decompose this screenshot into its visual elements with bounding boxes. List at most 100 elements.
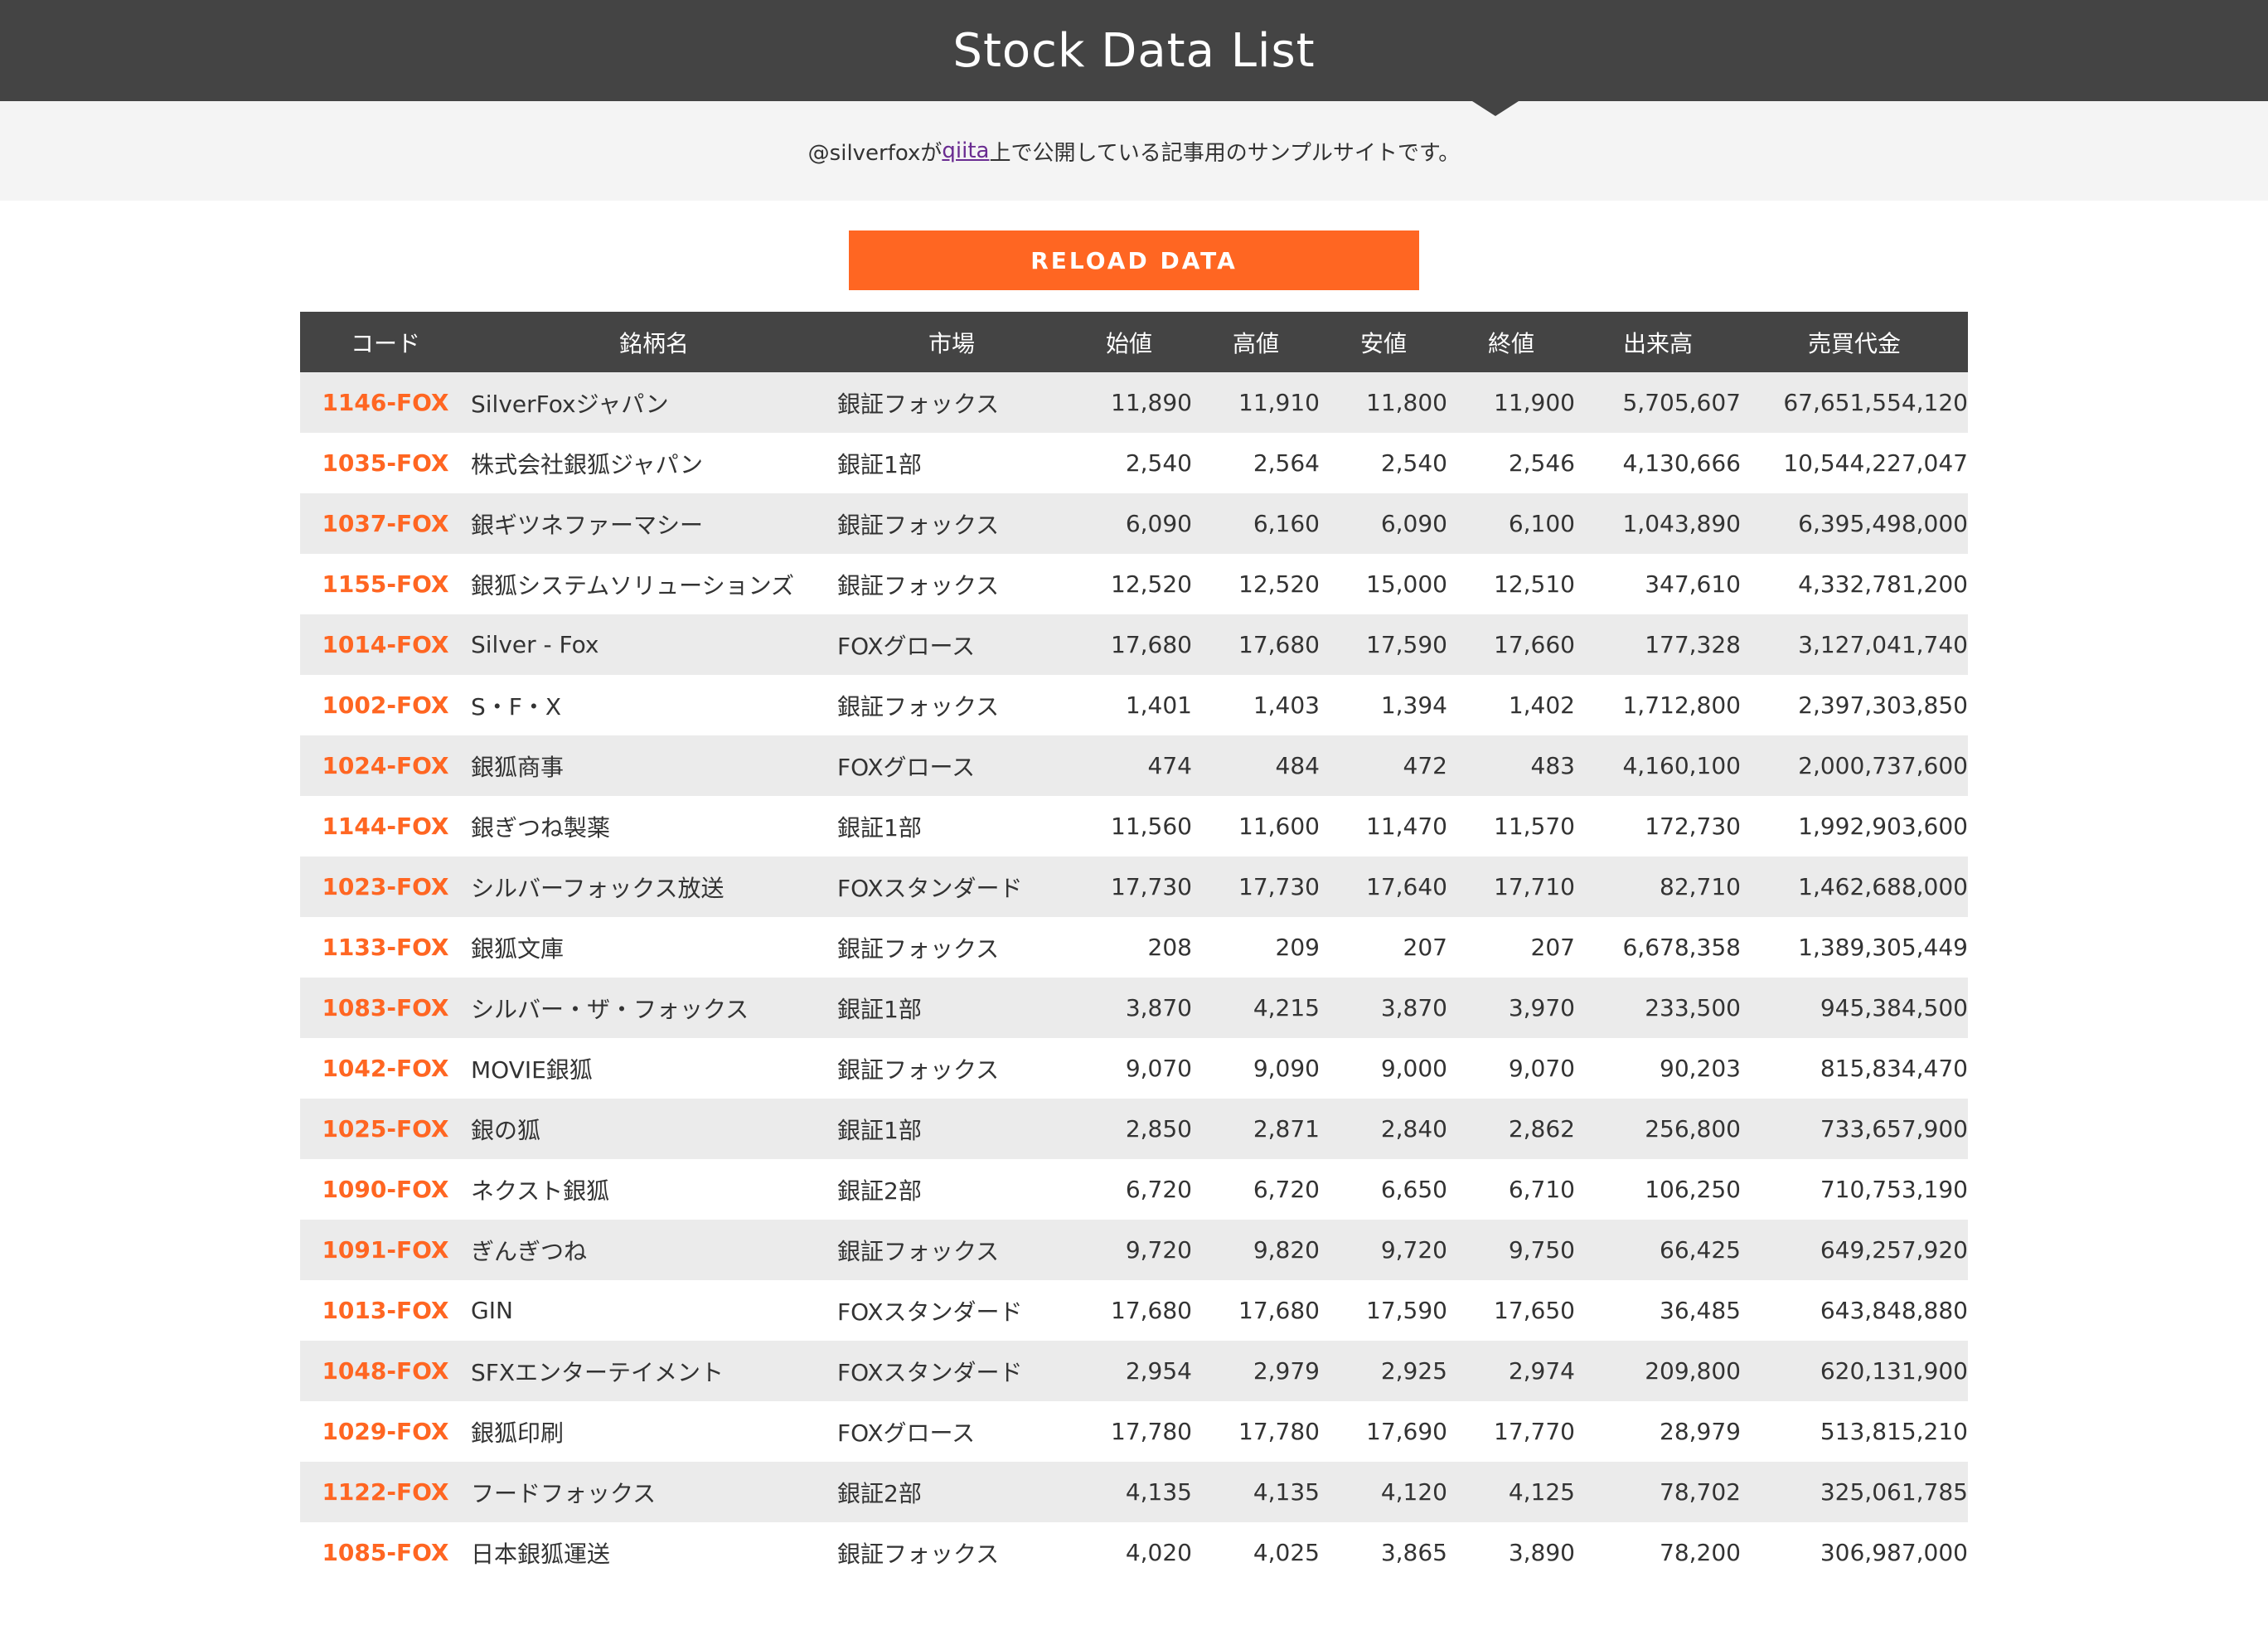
volume: 347,610 [1645, 570, 1741, 598]
column-header-open: 始値 [1105, 329, 1152, 357]
column-header-high: 高値 [1232, 329, 1279, 357]
turnover: 643,848,880 [1820, 1297, 1968, 1324]
close-price: 2,862 [1508, 1115, 1575, 1143]
high-price: 2,979 [1253, 1357, 1320, 1385]
stock-table: コード 銘柄名 市場 始値 高値 安値 終値 出来高 売買代金 1146-FOX SilverFo… [300, 312, 1968, 1583]
table-row[interactable]: 1122-FOX フードフォックス 銀証2部 4,135 4,135 4,120 4,125… [300, 1462, 1968, 1522]
open-price: 17,680 [1111, 1297, 1192, 1324]
column-header-close: 終値 [1487, 329, 1534, 357]
table-row[interactable]: 1090-FOX ネクスト銀狐 銀証2部 6,720 6,720 6,650 6,710 10… [300, 1159, 1968, 1220]
stock-code: 1155-FOX [322, 570, 449, 598]
column-header-market: 市場 [928, 329, 975, 357]
stock-market: 銀証フォックス [837, 511, 1000, 539]
stock-name: 銀狐印刷 [471, 1419, 565, 1447]
turnover: 815,834,470 [1820, 1055, 1968, 1082]
stock-code: 1083-FOX [322, 994, 449, 1021]
open-price: 3,870 [1125, 994, 1192, 1021]
stock-code: 1146-FOX [322, 389, 449, 416]
table-row[interactable]: 1083-FOX シルバー・ザ・フォックス 銀証1部 3,870 4,215 3,870 3… [300, 978, 1968, 1038]
table-row[interactable]: 1035-FOX 株式会社銀狐ジャパン 銀証1部 2,540 2,564 2,540 2,5… [300, 433, 1968, 493]
table-row[interactable]: 1025-FOX 銀の狐 銀証1部 2,850 2,871 2,840 2,862 256,8… [300, 1099, 1968, 1159]
table-row[interactable]: 1023-FOX シルバーフォックス放送 FOXスタンダード 17,730 17,730… [300, 856, 1968, 917]
column-header-turnover: 売買代金 [1807, 329, 1901, 357]
low-price: 4,120 [1380, 1478, 1447, 1506]
open-price: 2,954 [1125, 1357, 1192, 1385]
table-row[interactable]: 1014-FOX Silver - Fox FOXグロース 17,680 17,680 1… [300, 614, 1968, 675]
table-row[interactable]: 1146-FOX SilverFoxジャパン 銀証フォックス 11,890 11,910… [300, 372, 1968, 433]
high-price: 4,135 [1253, 1478, 1320, 1506]
close-price: 6,100 [1508, 510, 1575, 537]
table-row[interactable]: 1085-FOX 日本銀狐運送 銀証フォックス 4,020 4,025 3,865 3,89… [300, 1522, 1968, 1583]
close-price: 17,770 [1494, 1418, 1575, 1445]
stock-name: 銀ぎつね製薬 [471, 813, 611, 842]
volume: 90,203 [1660, 1055, 1741, 1082]
close-price: 17,710 [1494, 873, 1575, 900]
stock-market: 銀証フォックス [837, 1055, 1000, 1084]
turnover: 620,131,900 [1820, 1357, 1968, 1385]
reload-data-button[interactable]: RELOAD DATA [849, 230, 1419, 290]
low-price: 472 [1403, 752, 1447, 779]
turnover: 945,384,500 [1820, 994, 1968, 1021]
low-price: 2,925 [1380, 1357, 1447, 1385]
low-price: 9,000 [1380, 1055, 1447, 1082]
open-price: 208 [1147, 934, 1192, 961]
stock-name: MOVIE銀狐 [471, 1055, 593, 1084]
open-price: 474 [1147, 752, 1192, 779]
stock-code: 1090-FOX [322, 1176, 449, 1203]
close-price: 4,125 [1508, 1478, 1575, 1506]
turnover: 306,987,000 [1820, 1539, 1968, 1566]
table-row[interactable]: 1155-FOX 銀狐システムソリューションズ 銀証フォックス 12,520 12,52… [300, 554, 1968, 614]
low-price: 17,590 [1366, 1297, 1447, 1324]
qiita-link[interactable]: qiita [942, 138, 989, 163]
turnover: 3,127,041,740 [1798, 631, 1968, 658]
stock-market: 銀証フォックス [837, 571, 1000, 599]
high-price: 17,730 [1238, 873, 1320, 900]
close-price: 6,710 [1508, 1176, 1575, 1203]
table-row[interactable]: 1042-FOX MOVIE銀狐 銀証フォックス 9,070 9,090 9,000 9,0… [300, 1038, 1968, 1099]
stock-code: 1122-FOX [322, 1478, 449, 1506]
stock-market: 銀証2部 [837, 1479, 922, 1507]
open-price: 4,020 [1125, 1539, 1192, 1566]
low-price: 17,690 [1366, 1418, 1447, 1445]
table-row[interactable]: 1091-FOX ぎんぎつね 銀証フォックス 9,720 9,820 9,720 9,750… [300, 1220, 1968, 1280]
high-price: 17,780 [1238, 1418, 1320, 1445]
low-price: 207 [1403, 934, 1447, 961]
open-price: 4,135 [1125, 1478, 1192, 1506]
volume: 1,043,890 [1622, 510, 1741, 537]
open-price: 6,720 [1125, 1176, 1192, 1203]
high-price: 6,720 [1253, 1176, 1320, 1203]
table-row[interactable]: 1024-FOX 銀狐商事 FOXグロース 474 484 472 483 4,160,100… [300, 735, 1968, 796]
high-price: 4,025 [1253, 1539, 1320, 1566]
table-row[interactable]: 1029-FOX 銀狐印刷 FOXグロース 17,780 17,780 17,690 17,… [300, 1401, 1968, 1462]
turnover: 2,000,737,600 [1798, 752, 1968, 779]
stock-name: 銀の狐 [471, 1116, 541, 1144]
table-row[interactable]: 1013-FOX GIN FOXスタンダード 17,680 17,680 17,590 17… [300, 1280, 1968, 1341]
subtitle-bar: @silverfoxが qiita 上で公開している記事用のサンプルサイトです。 [0, 101, 2268, 201]
volume: 209,800 [1645, 1357, 1741, 1385]
open-price: 9,720 [1125, 1236, 1192, 1264]
high-price: 12,520 [1238, 570, 1320, 598]
table-row[interactable]: 1144-FOX 銀ぎつね製薬 銀証1部 11,560 11,600 11,470 11,5… [300, 796, 1968, 856]
table-row[interactable]: 1133-FOX 銀狐文庫 銀証フォックス 208 209 207 207 6,678,358… [300, 917, 1968, 978]
turnover: 1,389,305,449 [1798, 934, 1968, 961]
stock-code: 1091-FOX [322, 1236, 449, 1264]
stock-market: 銀証フォックス [837, 692, 1000, 721]
table-row[interactable]: 1048-FOX SFXエンターテイメント FOXスタンダード 2,954 2,979 2… [300, 1341, 1968, 1401]
low-price: 6,090 [1380, 510, 1447, 537]
table-row[interactable]: 1037-FOX 銀ギツネファーマシー 銀証フォックス 6,090 6,160 6,090… [300, 493, 1968, 554]
subtitle-suffix: 上で公開している記事用のサンプルサイトです。 [989, 140, 1461, 166]
high-price: 1,403 [1253, 691, 1320, 719]
stock-name: シルバー・ザ・フォックス [471, 995, 749, 1023]
turnover: 513,815,210 [1820, 1418, 1968, 1445]
header-notch [1472, 101, 1519, 116]
column-header-low: 安値 [1359, 329, 1407, 357]
stock-market: FOXグロース [837, 1419, 976, 1447]
high-price: 9,090 [1253, 1055, 1320, 1082]
close-price: 483 [1530, 752, 1575, 779]
table-row[interactable]: 1002-FOX S・F・X 銀証フォックス 1,401 1,403 1,394 1,402… [300, 675, 1968, 735]
turnover: 1,992,903,600 [1798, 813, 1968, 840]
stock-name: 株式会社銀狐ジャパン [471, 450, 704, 478]
volume: 28,979 [1660, 1418, 1741, 1445]
open-price: 6,090 [1125, 510, 1192, 537]
stock-code: 1048-FOX [322, 1357, 449, 1385]
